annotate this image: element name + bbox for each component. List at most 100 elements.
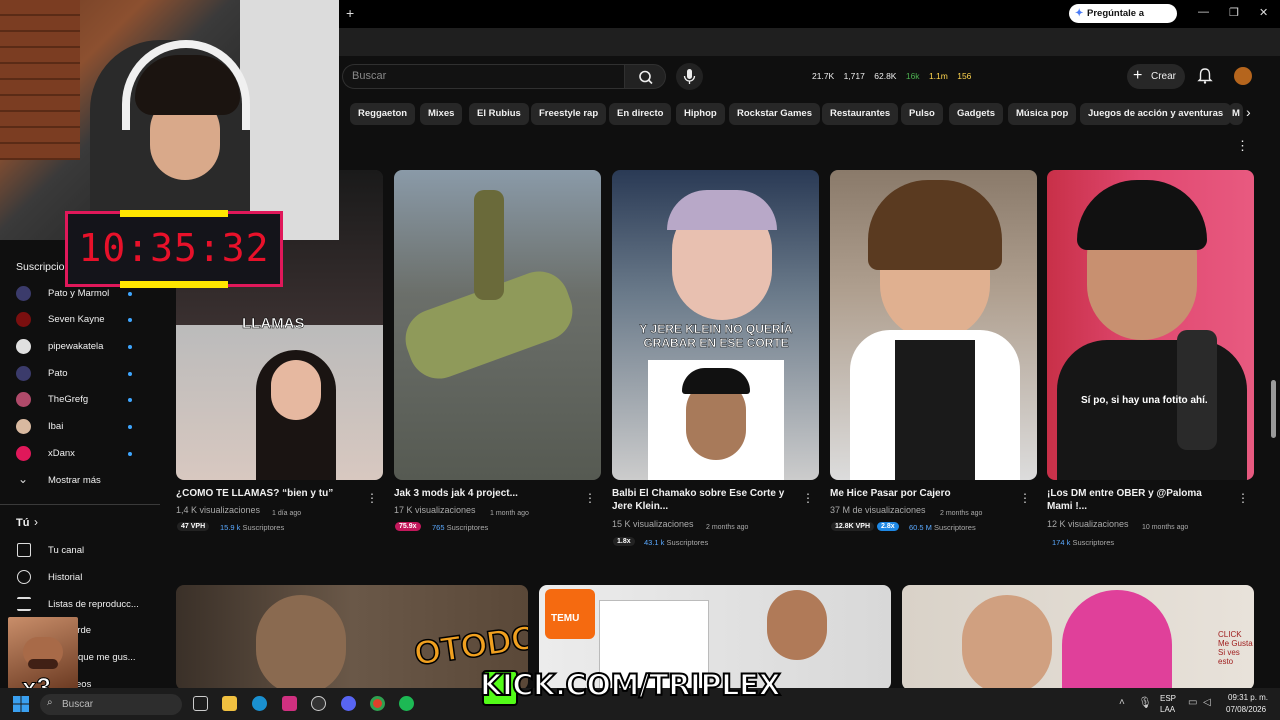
app-icon[interactable] (311, 696, 326, 711)
new-content-dot (128, 452, 132, 456)
search-button[interactable] (624, 64, 666, 89)
video-thumbnail[interactable]: Y JERE KLEIN NO QUERÍA GRABAR EN ESE COR… (612, 170, 819, 480)
network-icon[interactable]: ▭ (1188, 697, 1197, 708)
voice-search-button[interactable] (676, 63, 703, 90)
scrollbar-thumb[interactable] (1271, 380, 1276, 438)
menu-dots-icon[interactable]: ⋮ (584, 491, 596, 505)
spotify-icon[interactable] (399, 696, 414, 711)
microphone-icon[interactable]: 🎙 (1138, 696, 1152, 709)
sidebar-item-label[interactable]: que me gus... (78, 652, 136, 663)
video-title[interactable]: Balbi El Chamako sobre Ese Corte y Jere … (612, 487, 792, 513)
video-age: 1 month ago (490, 510, 529, 517)
timer-value: 10:35:32 (78, 226, 270, 270)
video-title[interactable]: Me Hice Pasar por Cajero (830, 487, 1010, 500)
search-icon: ⌕ (47, 697, 53, 708)
sidebar-item-label[interactable]: TheGrefg (48, 394, 88, 405)
chip-filter[interactable]: Pulso (901, 103, 943, 125)
notifications-bell-icon[interactable] (1196, 67, 1214, 85)
menu-dots-icon[interactable]: ⋮ (366, 491, 378, 505)
menu-dots-icon[interactable]: ⋮ (1236, 138, 1249, 154)
menu-dots-icon[interactable]: ⋮ (1237, 491, 1249, 505)
chip-filter[interactable]: Mixes (420, 103, 463, 125)
stat-value: 62.8K (874, 71, 897, 81)
clock-date[interactable]: 07/08/2026 (1226, 705, 1266, 714)
chip-filter[interactable]: En directo (609, 103, 672, 125)
task-view-icon[interactable] (193, 696, 208, 711)
sidebar-item-label[interactable]: Ibai (48, 421, 63, 432)
thumbnail-inset (648, 360, 784, 480)
minimize-button[interactable]: — (1198, 6, 1209, 18)
avatar (16, 339, 31, 354)
new-tab-button[interactable]: + (346, 5, 354, 21)
avatar (16, 392, 31, 407)
chip-filter[interactable]: Reggaeton (350, 103, 416, 125)
menu-dots-icon[interactable]: ⋮ (1019, 491, 1031, 505)
video-thumbnail[interactable] (394, 170, 601, 480)
video-views: 15 K visualizaciones (612, 519, 694, 529)
windows-start-icon[interactable] (13, 696, 29, 712)
sidebar-item-label[interactable]: Historial (48, 572, 82, 583)
menu-dots-icon[interactable]: ⋮ (802, 491, 814, 505)
new-content-dot (128, 425, 132, 429)
file-explorer-icon[interactable] (222, 696, 237, 711)
sidebar-item-label[interactable]: Listas de reproducc... (48, 599, 139, 610)
video-title[interactable]: Jak 3 mods jak 4 project... (394, 487, 574, 500)
video-views: 37 M de visualizaciones (830, 505, 926, 515)
new-content-dot (128, 372, 132, 376)
video-thumbnail[interactable]: Sí po, si hay una fotito ahí. (1047, 170, 1254, 480)
video-thumbnail[interactable]: OTODOS (176, 585, 528, 690)
thumbnail-face (962, 595, 1052, 690)
subscriber-count: 174 k (1052, 538, 1071, 547)
video-title[interactable]: ¡Los DM entre OBER y @Paloma Mami !... (1047, 487, 1227, 513)
sidebar-item-label[interactable]: Tu canal (48, 545, 84, 556)
close-window-button[interactable]: ✕ (1259, 6, 1268, 19)
chip-filter[interactable]: Restaurantes (822, 103, 899, 125)
subscribers-label: Suscriptores (446, 523, 489, 532)
divider (0, 504, 160, 505)
sidebar-item-label[interactable]: Seven Kayne (48, 314, 105, 325)
discord-icon[interactable] (341, 696, 356, 711)
thumbnail-text: Y JERE KLEIN NO QUERÍA GRABAR EN ESE COR… (639, 322, 793, 350)
volume-icon[interactable]: ◁ (1203, 697, 1211, 708)
chip-filter[interactable]: Freestyle rap (531, 103, 607, 125)
sidebar-item-label[interactable]: xDanx (48, 448, 75, 459)
stat-value: 156 (957, 71, 972, 81)
chevron-down-icon: ⌄ (18, 472, 29, 486)
video-title[interactable]: ¿COMO TE LLAMAS? “bien y tu” (176, 487, 356, 500)
new-content-dot (128, 398, 132, 402)
keyboard-layout[interactable]: LAA (1160, 705, 1175, 714)
chip-filter[interactable]: Hiphop (676, 103, 725, 125)
chip-filter[interactable]: M (1229, 103, 1243, 125)
gemini-button[interactable]: ✦ Pregúntale a Gemini (1069, 4, 1177, 38)
sidebar-item-label[interactable]: Pato (48, 368, 68, 379)
chip-filter[interactable]: Gadgets (949, 103, 1004, 125)
chip-filter[interactable]: Música pop (1008, 103, 1077, 125)
chevron-right-icon[interactable]: › (1246, 104, 1251, 120)
video-views: 17 K visualizaciones (394, 505, 476, 515)
show-more-button[interactable]: Mostrar más (48, 475, 101, 486)
maximize-button[interactable]: ❐ (1229, 6, 1239, 19)
video-thumbnail[interactable]: CLICK Me Gusta Si ves esto (902, 585, 1254, 690)
edge-icon[interactable] (252, 696, 267, 711)
thumbnail-text: LLAMAS (242, 315, 305, 333)
instagram-icon[interactable] (282, 696, 297, 711)
chrome-icon[interactable] (370, 696, 385, 711)
sidebar-item-label[interactable]: pipewakatela (48, 341, 103, 352)
thumbnail-figure (256, 595, 346, 690)
chevron-up-icon[interactable]: ˄ (1119, 697, 1125, 708)
outlier-badge: 1.8x (613, 537, 635, 546)
you-header[interactable]: Tú (16, 517, 29, 529)
timer-decoration (120, 210, 228, 217)
language-indicator[interactable]: ESP (1160, 694, 1176, 703)
account-avatar[interactable] (1234, 67, 1252, 85)
video-thumbnail[interactable] (830, 170, 1037, 480)
chip-filter[interactable]: El Rubius (469, 103, 529, 125)
thumbnail-hood (1062, 590, 1172, 690)
outlier-badge: 75.9x (395, 522, 421, 531)
webcam-overlay (0, 0, 339, 240)
chip-filter[interactable]: Juegos de acción y aventuras (1080, 103, 1232, 125)
taskbar-search[interactable]: Buscar (40, 694, 182, 715)
sidebar-item-label[interactable]: Pato y Marmol (48, 288, 109, 299)
clock-time[interactable]: 09:31 p. m. (1228, 693, 1268, 702)
chip-filter[interactable]: Rockstar Games (729, 103, 820, 125)
